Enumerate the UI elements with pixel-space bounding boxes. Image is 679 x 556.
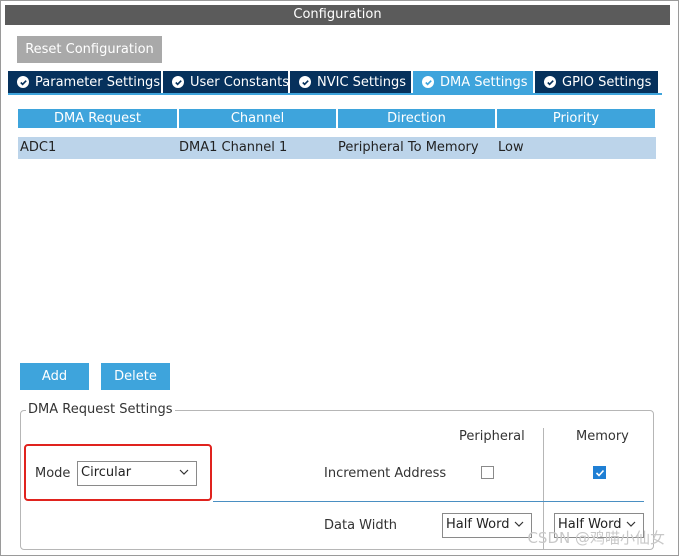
tab-parameter-settings[interactable]: Parameter Settings xyxy=(8,71,161,93)
tab-underline xyxy=(8,93,662,95)
tab-label: DMA Settings xyxy=(440,74,528,90)
increment-peripheral-checkbox[interactable] xyxy=(481,466,494,479)
check-circle-icon xyxy=(299,76,311,88)
tab-dma-settings[interactable]: DMA Settings xyxy=(413,71,533,93)
tab-bar: Parameter Settings User Constants NVIC S… xyxy=(8,71,662,93)
settings-separator xyxy=(213,501,644,502)
check-circle-icon xyxy=(17,76,29,88)
peripheral-column-header: Peripheral xyxy=(459,429,525,444)
mode-label: Mode xyxy=(35,466,71,481)
tab-label: User Constants xyxy=(190,74,289,90)
cell-direction: Peripheral To Memory xyxy=(338,140,479,155)
data-width-label: Data Width xyxy=(324,518,397,533)
reset-configuration-button[interactable]: Reset Configuration xyxy=(17,36,162,63)
check-circle-icon xyxy=(172,76,184,88)
check-circle-icon xyxy=(422,76,434,88)
mode-select-value: Circular xyxy=(81,465,132,480)
window-title: Configuration xyxy=(5,5,670,25)
mode-select[interactable]: Circular xyxy=(77,461,197,486)
tab-label: Parameter Settings xyxy=(35,74,161,90)
watermark: CSDN @鸡喵小仙女 xyxy=(527,529,665,547)
cell-priority: Low xyxy=(498,140,524,155)
column-header-priority[interactable]: Priority xyxy=(497,109,655,128)
increment-address-label: Increment Address xyxy=(324,466,447,481)
column-header-channel[interactable]: Channel xyxy=(179,109,336,128)
chevron-down-icon xyxy=(179,469,189,475)
tab-label: GPIO Settings xyxy=(562,74,652,90)
cell-channel: DMA1 Channel 1 xyxy=(179,140,288,155)
column-header-dma-request[interactable]: DMA Request xyxy=(18,109,177,128)
column-header-direction[interactable]: Direction xyxy=(338,109,495,128)
memory-column-header: Memory xyxy=(576,429,629,444)
increment-memory-checkbox[interactable] xyxy=(593,466,606,479)
add-button[interactable]: Add xyxy=(20,363,89,390)
checkmark-icon xyxy=(595,469,604,477)
group-title: DMA Request Settings xyxy=(26,402,175,417)
tab-nvic-settings[interactable]: NVIC Settings xyxy=(290,71,411,93)
tab-label: NVIC Settings xyxy=(317,74,406,90)
tab-user-constants[interactable]: User Constants xyxy=(163,71,289,93)
check-circle-icon xyxy=(544,76,556,88)
cell-dma-request: ADC1 xyxy=(20,140,57,155)
chevron-down-icon xyxy=(514,521,524,527)
delete-button[interactable]: Delete xyxy=(101,363,170,390)
data-width-peripheral-select[interactable]: Half Word xyxy=(442,513,532,538)
table-row[interactable] xyxy=(18,137,656,159)
tab-gpio-settings[interactable]: GPIO Settings xyxy=(535,71,658,93)
data-width-peripheral-value: Half Word xyxy=(446,517,510,532)
